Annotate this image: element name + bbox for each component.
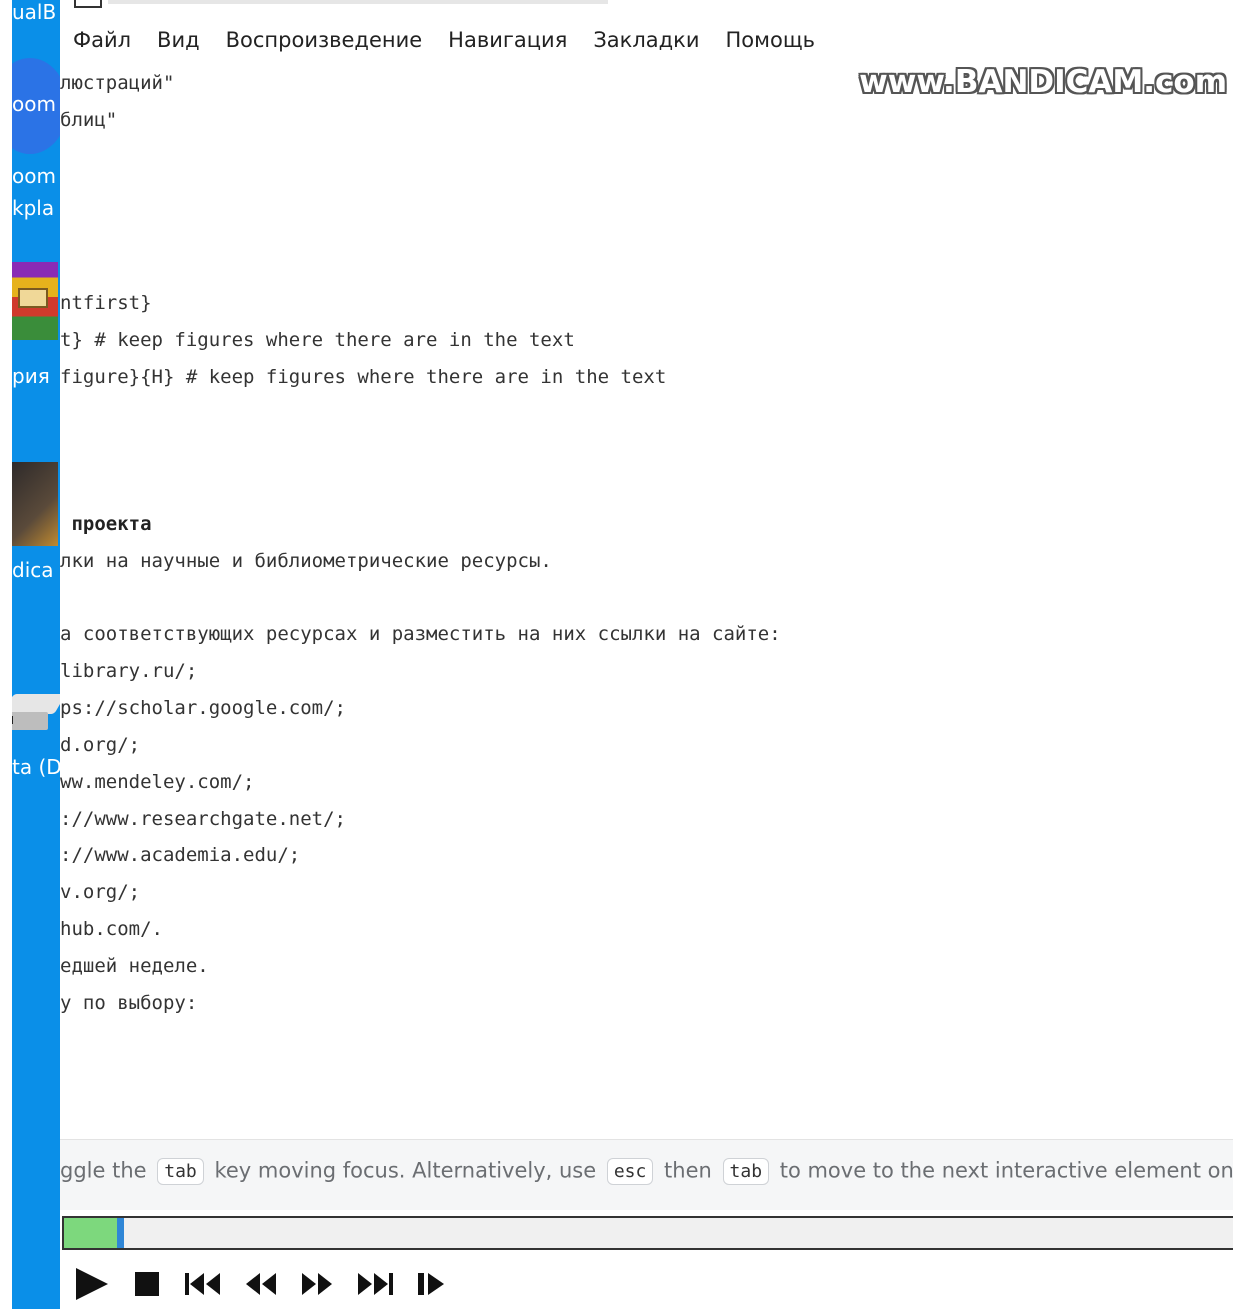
content-line: блиц" [60, 109, 118, 131]
skip-to-start-icon[interactable] [184, 1271, 222, 1297]
esc-key-hint: esc [606, 1158, 654, 1185]
menu-view[interactable]: Вид [157, 28, 200, 52]
desktop-label[interactable]: ualB [12, 2, 56, 22]
rewind-icon[interactable] [244, 1271, 278, 1297]
menu-file[interactable]: Файл [73, 28, 131, 52]
fast-forward-icon[interactable] [300, 1271, 334, 1297]
menu-help[interactable]: Помощь [726, 28, 816, 52]
content-line: figure}{H} # keep figures where there ar… [60, 366, 667, 388]
keyboard-help-bar: ggle the tab key moving focus. Alternati… [60, 1139, 1233, 1210]
window-title-bar [60, 0, 1233, 12]
winrar-archive-icon[interactable] [12, 262, 58, 340]
desktop-label[interactable]: dica [12, 560, 54, 580]
content-line: люстраций" [60, 72, 175, 94]
content-line: ps://scholar.google.com/; [60, 697, 346, 719]
content-line: ntfirst} [60, 292, 152, 314]
content-line: лки на научные и библиометрические ресур… [60, 550, 552, 572]
content-line: проекта [60, 513, 152, 535]
content-line: а соответствующих ресурсах и разместить … [60, 623, 781, 645]
content-line: ww.mendeley.com/; [60, 771, 255, 793]
step-forward-icon[interactable] [416, 1271, 448, 1297]
disk-drive-icon[interactable] [12, 694, 60, 736]
menu-navigation[interactable]: Навигация [448, 28, 567, 52]
desktop-label[interactable]: oom [12, 166, 56, 186]
help-text-part: ggle the [60, 1158, 147, 1183]
help-text-part: key moving focus. Alternatively, use [214, 1158, 597, 1183]
desktop-label[interactable]: ta (D [12, 757, 60, 777]
desktop-label[interactable]: oom [12, 94, 56, 114]
progress-fill [64, 1218, 117, 1248]
desktop-strip: ualB oom oom kpla рия dica ta (D [12, 0, 60, 1309]
desktop-label[interactable]: рия [12, 366, 50, 386]
app-window-icon [74, 0, 102, 8]
menu-bookmarks[interactable]: Закладки [593, 28, 699, 52]
help-text: ggle the tab key moving focus. Alternati… [60, 1158, 1233, 1185]
content-line: hub.com/. [60, 918, 163, 940]
content-line: едшей неделе. [60, 955, 209, 977]
skip-to-end-icon[interactable] [356, 1271, 394, 1297]
progress-handle[interactable] [117, 1218, 124, 1248]
menu-playback[interactable]: Воспроизведение [226, 28, 423, 52]
playback-progress-bar[interactable] [62, 1216, 1233, 1250]
content-line: d.org/; [60, 734, 141, 756]
tab-key-hint: tab [722, 1158, 770, 1185]
stop-icon[interactable] [132, 1269, 162, 1299]
bandicam-watermark: www.BANDICAM.com [859, 64, 1227, 100]
content-line: t} # keep figures where there are in the… [60, 329, 575, 351]
content-line: v.org/; [60, 881, 141, 903]
content-line: ://www.academia.edu/; [60, 844, 301, 866]
content-line: у по выбору: [60, 992, 198, 1014]
help-text-part: then [664, 1158, 712, 1183]
book-file-icon[interactable] [12, 462, 58, 546]
player-controls [74, 1262, 470, 1306]
content-line: library.ru/; [60, 660, 198, 682]
desktop-label[interactable]: kpla [12, 198, 54, 218]
window-title-text [108, 0, 608, 4]
help-text-part: to move to the next interactive element … [779, 1158, 1233, 1183]
menu-bar: Файл Вид Воспроизведение Навигация Закла… [60, 22, 828, 58]
tab-key-hint: tab [157, 1158, 204, 1185]
play-icon[interactable] [74, 1266, 110, 1302]
content-line: ://www.researchgate.net/; [60, 808, 346, 830]
